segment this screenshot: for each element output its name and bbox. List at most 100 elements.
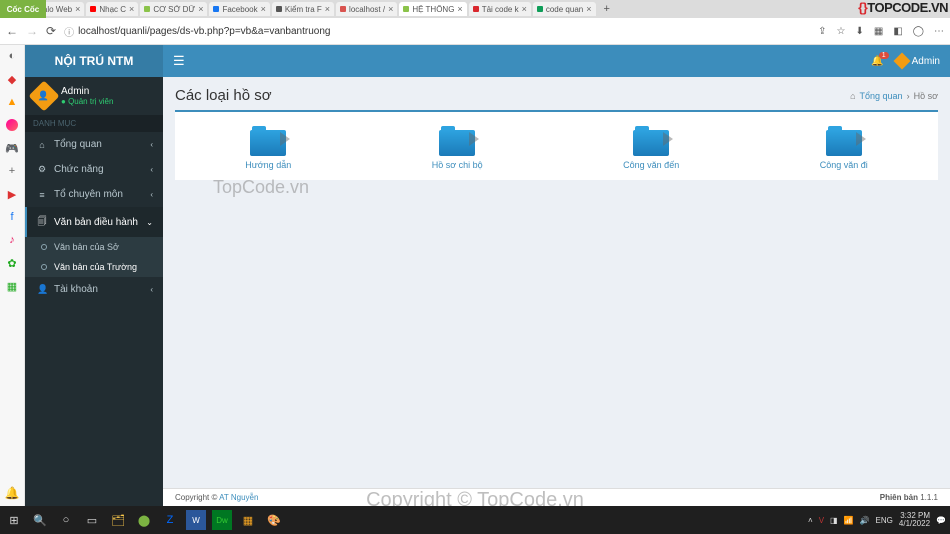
brand-text: NỘI TRÚ NTM bbox=[55, 54, 134, 68]
close-icon[interactable]: × bbox=[457, 4, 462, 14]
extension1-icon[interactable]: ▦ bbox=[874, 26, 883, 37]
breadcrumb: ⌂ Tổng quan › Hồ sơ bbox=[850, 91, 938, 101]
browser-tab[interactable]: Facebook× bbox=[209, 2, 269, 16]
browser-tab[interactable]: localhost /× bbox=[336, 2, 397, 16]
cortana-icon[interactable]: ○ bbox=[56, 510, 76, 530]
system-sidebar: ◐ ◆ ▲ 🎮 + ▶ f ♪ ✿ ▦ 🔔 bbox=[0, 45, 25, 506]
tray-chevron-icon[interactable]: ˄ bbox=[808, 516, 813, 525]
topnav-user[interactable]: Admin bbox=[896, 55, 940, 67]
close-icon[interactable]: × bbox=[388, 4, 393, 14]
user-name: Admin bbox=[61, 86, 113, 97]
hamburger-icon[interactable]: ☰ bbox=[173, 53, 185, 69]
volume-icon[interactable]: 🔊 bbox=[860, 516, 870, 525]
browser-tab[interactable]: HỆ THỐNG× bbox=[399, 2, 466, 16]
sys-icon-c[interactable]: ▦ bbox=[5, 279, 19, 293]
forward-button[interactable]: → bbox=[26, 24, 38, 38]
dw-task-icon[interactable]: Dw bbox=[212, 510, 232, 530]
search-icon[interactable]: 🔍 bbox=[30, 510, 50, 530]
star-icon[interactable]: ☆ bbox=[837, 26, 846, 37]
wifi-icon[interactable]: 📶 bbox=[844, 516, 854, 525]
sidebar-item[interactable]: 🗐Văn bản điều hành⌄ bbox=[25, 207, 163, 237]
browser-tab[interactable]: CƠ SỞ DỮ× bbox=[140, 2, 207, 16]
breadcrumb-home[interactable]: Tổng quan bbox=[860, 91, 903, 101]
diamond-icon bbox=[893, 53, 910, 70]
tray-lang[interactable]: ENG bbox=[876, 516, 893, 525]
menu-item-icon: 🗐 bbox=[37, 214, 47, 230]
sidebar-item[interactable]: 👤Tài khoản‹ bbox=[25, 277, 163, 302]
sys-icon-yt[interactable]: ▶ bbox=[5, 187, 19, 201]
download-icon[interactable]: ⬇ bbox=[856, 26, 864, 37]
start-button[interactable]: ⊞ bbox=[4, 510, 24, 530]
sys-icon-2[interactable]: ◆ bbox=[5, 72, 19, 86]
share-icon[interactable]: ⇪ bbox=[818, 26, 826, 37]
menu-item-icon: 👤 bbox=[37, 284, 47, 295]
sys-icon-plus[interactable]: + bbox=[5, 164, 19, 178]
folder-item[interactable]: Hồ sơ chi bộ bbox=[432, 126, 483, 170]
folder-label: Hướng dẫn bbox=[245, 160, 291, 170]
back-button[interactable]: ← bbox=[6, 24, 18, 38]
sys-icon-messenger[interactable] bbox=[5, 118, 19, 132]
explorer-icon[interactable]: 🗂 bbox=[108, 510, 128, 530]
folder-item[interactable]: Công văn đến bbox=[623, 126, 679, 170]
taskview-icon[interactable]: ▭ bbox=[82, 510, 102, 530]
info-icon: ⓘ bbox=[64, 24, 74, 39]
word-task-icon[interactable]: W bbox=[186, 510, 206, 530]
sidebar-item[interactable]: ≡Tổ chuyên môn‹ bbox=[25, 182, 163, 207]
sidebar-item[interactable]: ⌂Tổng quan‹ bbox=[25, 132, 163, 157]
sys-icon-a[interactable]: ♪ bbox=[5, 233, 19, 247]
app-task-icon[interactable]: ▦ bbox=[238, 510, 258, 530]
notification-badge: 1 bbox=[879, 52, 889, 59]
zalo-task-icon[interactable]: Z bbox=[160, 510, 180, 530]
url-field[interactable]: ⓘ localhost/quanli/pages/ds-vb.php?p=vb&… bbox=[64, 24, 810, 39]
close-icon[interactable]: × bbox=[586, 4, 591, 14]
caret-icon: ‹ bbox=[150, 165, 153, 174]
folder-item[interactable]: Hướng dẫn bbox=[245, 126, 291, 170]
menu-icon[interactable]: ⋯ bbox=[934, 26, 944, 37]
browser-tab[interactable]: Tải code k× bbox=[469, 2, 531, 16]
notification-bell[interactable]: 🔔1 bbox=[871, 56, 883, 67]
sys-bell-icon[interactable]: 🔔 bbox=[5, 486, 20, 500]
menu-item-label: Tổng quan bbox=[54, 139, 143, 150]
sys-icon-b[interactable]: ✿ bbox=[5, 256, 19, 270]
folder-icon bbox=[250, 126, 286, 156]
tray-icon-2[interactable]: ◨ bbox=[830, 516, 838, 525]
bullet-icon bbox=[41, 264, 47, 270]
close-icon[interactable]: × bbox=[261, 4, 266, 14]
close-icon[interactable]: × bbox=[522, 4, 527, 14]
sidebar-subitem[interactable]: Văn bản của Trường bbox=[25, 257, 163, 277]
folder-icon bbox=[439, 126, 475, 156]
footer-author-link[interactable]: AT Nguyễn bbox=[219, 493, 258, 502]
new-tab-button[interactable]: + bbox=[598, 3, 616, 15]
sidebar-item[interactable]: ⚙Chức năng‹ bbox=[25, 157, 163, 182]
caret-icon: ‹ bbox=[150, 140, 153, 149]
sys-icon-game[interactable]: 🎮 bbox=[5, 141, 19, 155]
menu-item-label: Văn bản điều hành bbox=[54, 217, 139, 228]
taskbar-clock[interactable]: 3:32 PM 4/1/2022 bbox=[899, 512, 930, 528]
sys-icon-fire[interactable]: ▲ bbox=[5, 95, 19, 109]
tray-icon-1[interactable]: V bbox=[819, 516, 824, 525]
paint-task-icon[interactable]: 🎨 bbox=[264, 510, 284, 530]
tab-strip: Zalo Web×Nhạc C×CƠ SỞ DỮ×Facebook×Kiểm t… bbox=[0, 0, 950, 18]
sys-icon-fb[interactable]: f bbox=[5, 210, 19, 224]
close-icon[interactable]: × bbox=[129, 4, 134, 14]
browser-tab[interactable]: code quan× bbox=[533, 2, 596, 16]
menu-item-icon: ≡ bbox=[37, 190, 47, 200]
coccoc-task-icon[interactable]: ⬤ bbox=[134, 510, 154, 530]
profile-icon[interactable]: ◯ bbox=[913, 26, 924, 37]
folder-item[interactable]: Công văn đi bbox=[820, 126, 868, 170]
extension2-icon[interactable]: ◧ bbox=[893, 26, 902, 37]
close-icon[interactable]: × bbox=[75, 4, 80, 14]
brand-bar[interactable]: NỘI TRÚ NTM bbox=[25, 45, 163, 77]
notifications-icon[interactable]: 💬 bbox=[936, 516, 946, 525]
folder-label: Công văn đến bbox=[623, 160, 679, 170]
browser-tab[interactable]: Nhạc C× bbox=[86, 2, 138, 16]
sidebar-subitem[interactable]: Văn bản của Sở bbox=[25, 237, 163, 257]
browser-tab[interactable]: Kiểm tra F× bbox=[272, 2, 334, 16]
sys-icon-1[interactable]: ◐ bbox=[5, 49, 19, 63]
reload-button[interactable]: ⟳ bbox=[46, 24, 56, 38]
app-container: NỘI TRÚ NTM 👤 Admin ● Quản trị viên DANH… bbox=[25, 45, 950, 506]
close-icon[interactable]: × bbox=[325, 4, 330, 14]
url-text: localhost/quanli/pages/ds-vb.php?p=vb&a=… bbox=[78, 26, 330, 37]
menu-item-label: Tổ chuyên môn bbox=[54, 189, 143, 200]
close-icon[interactable]: × bbox=[198, 4, 203, 14]
